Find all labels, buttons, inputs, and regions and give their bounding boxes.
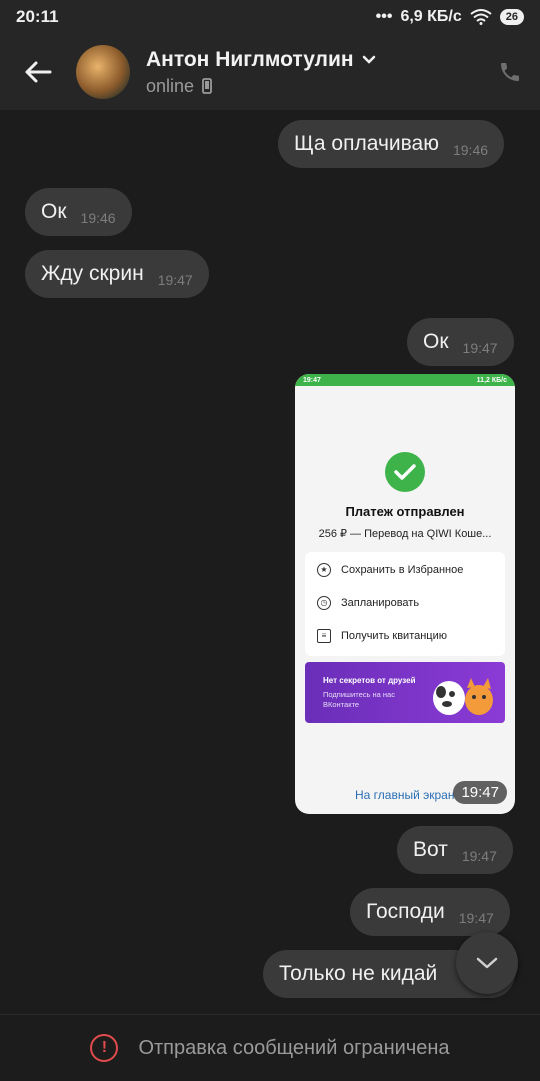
chevron-down-icon	[476, 957, 498, 969]
checkmark-icon	[385, 452, 425, 492]
wifi-icon	[470, 9, 492, 25]
attachment-status-speed: 11,2 КБ/с	[476, 376, 507, 384]
network-speed: 6,9 КБ/с	[400, 8, 462, 25]
status-bar: 20:11 ••• 6,9 КБ/с 26	[0, 0, 540, 34]
message-text: Ок	[423, 330, 449, 353]
status-time: 20:11	[16, 7, 59, 26]
call-button[interactable]	[480, 60, 540, 84]
image-attachment[interactable]: 19:47 11,2 КБ/с Платеж отправлен 256 ₽ —…	[295, 374, 515, 814]
message-incoming[interactable]: Жду скрин 19:47	[25, 250, 209, 298]
action-label: Получить квитанцию	[341, 629, 448, 642]
restriction-notice: Отправка сообщений ограничена	[138, 1036, 450, 1059]
contact-avatar[interactable]	[76, 45, 130, 99]
chevron-down-icon	[362, 55, 375, 64]
action-receipt: ≡ Получить квитанцию	[305, 620, 505, 651]
message-time: 19:47	[458, 910, 494, 926]
attachment-status-bar: 19:47 11,2 КБ/с	[295, 374, 515, 386]
payment-title: Платеж отправлен	[345, 504, 465, 519]
warning-icon: !	[90, 1034, 119, 1062]
receipt-icon: ≡	[317, 628, 331, 643]
contact-name: Антон Ниглмотулин	[146, 47, 354, 71]
status-indicators: ••• 6,9 КБ/с 26	[376, 8, 524, 26]
dots-icon: •••	[375, 8, 393, 25]
phone-icon	[501, 63, 519, 81]
message-time: 19:47	[157, 272, 193, 288]
message-text: Жду скрин	[41, 262, 144, 285]
battery-icon: 26	[499, 9, 524, 25]
payment-subtitle: 256 ₽ — Перевод на QIWI Коше...	[318, 528, 492, 540]
attachment-status-time: 19:47	[303, 376, 321, 384]
back-button[interactable]	[0, 34, 76, 110]
contact-info[interactable]: Антон Ниглмотулин online	[146, 48, 480, 97]
promo-title: Нет секретов от друзей	[323, 676, 416, 685]
promo-banner: Нет секретов от друзей Подпишитесь на на…	[305, 662, 505, 723]
clock-icon: ◷	[317, 595, 331, 610]
payment-actions: ★ Сохранить в Избранное ◷ Запланировать …	[305, 552, 505, 656]
message-outgoing[interactable]: Ща оплачиваю 19:46	[278, 120, 505, 168]
message-time: 19:46	[80, 210, 116, 226]
home-link: На главный экран	[355, 788, 455, 802]
dog-cat-sticker-icon	[433, 678, 493, 715]
message-outgoing[interactable]: Ок 19:47	[407, 318, 514, 366]
message-outgoing[interactable]: Господи 19:47	[350, 888, 510, 936]
mobile-icon	[202, 78, 212, 94]
message-list[interactable]: Ща оплачиваю 19:46 Ок 19:46 Жду скрин 19…	[0, 110, 540, 1014]
message-text: Вот	[413, 838, 448, 861]
message-incoming[interactable]: Ок 19:46	[25, 188, 132, 236]
arrow-left-icon	[25, 61, 52, 83]
star-icon: ★	[317, 562, 331, 577]
attachment-time: 19:47	[453, 781, 507, 804]
action-schedule: ◷ Запланировать	[305, 587, 505, 618]
composer-restriction: ! Отправка сообщений ограничена	[0, 1014, 540, 1081]
action-label: Сохранить в Избранное	[341, 563, 464, 576]
message-time: 19:46	[452, 142, 489, 158]
message-time: 19:47	[461, 848, 497, 864]
action-label: Запланировать	[341, 596, 420, 609]
scroll-down-button[interactable]	[456, 932, 518, 994]
message-text: Ща оплачиваю	[294, 132, 439, 155]
message-text: Ок	[41, 200, 67, 223]
promo-text: Подпишитесь на нас ВКонтакте	[323, 690, 395, 709]
chat-header: Антон Ниглмотулин online	[0, 34, 540, 110]
message-outgoing[interactable]: Вот 19:47	[397, 826, 513, 874]
message-text: Господи	[366, 900, 445, 923]
message-time: 19:47	[462, 340, 498, 356]
message-text: Только не кидай	[279, 962, 438, 985]
action-favorite: ★ Сохранить в Избранное	[305, 554, 505, 585]
contact-presence: online	[146, 75, 195, 96]
